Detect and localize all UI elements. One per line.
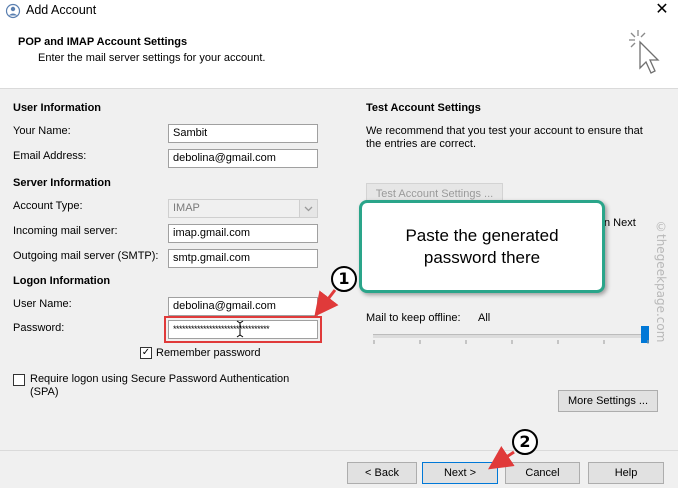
page-subtitle: Enter the mail server settings for your …	[38, 52, 266, 64]
server-info-heading: Server Information	[13, 177, 111, 189]
next-button[interactable]: Next >	[422, 462, 498, 484]
window-title: Add Account	[26, 3, 97, 17]
slider-ticks	[373, 340, 649, 344]
outgoing-server-label: Outgoing mail server (SMTP):	[13, 250, 159, 262]
remember-password-checkbox[interactable]: ✓	[140, 347, 152, 359]
incoming-server-field[interactable]: imap.gmail.com	[168, 224, 318, 243]
callout-line-1: Paste the generated	[405, 226, 559, 245]
user-name-label: User Name:	[13, 298, 72, 310]
password-label: Password:	[13, 322, 65, 334]
account-type-select: IMAP	[168, 199, 318, 218]
title-bar	[0, 0, 678, 22]
step-2-badge: 2	[512, 429, 538, 455]
test-settings-desc-cont: the entries are correct.	[366, 138, 477, 150]
user-name-field[interactable]: debolina@gmail.com	[168, 297, 318, 316]
test-settings-desc: We recommend that you test your account …	[366, 125, 643, 137]
logon-info-heading: Logon Information	[13, 275, 111, 287]
your-name-label: Your Name:	[13, 125, 71, 137]
callout-line-2: password there	[423, 248, 541, 267]
next-hint-text: n Next	[604, 217, 636, 229]
spa-label-cont: (SPA)	[30, 386, 59, 398]
page-title: POP and IMAP Account Settings	[18, 36, 188, 48]
incoming-server-label: Incoming mail server:	[13, 225, 118, 237]
account-type-label: Account Type:	[13, 200, 83, 212]
spa-checkbox[interactable]	[13, 374, 25, 386]
cursor-sparkle-icon	[629, 30, 660, 74]
your-name-field[interactable]: Sambit	[168, 124, 318, 143]
help-button[interactable]: Help	[588, 462, 664, 484]
outgoing-server-field[interactable]: smtp.gmail.com	[168, 249, 318, 268]
footer-divider	[0, 450, 678, 451]
watermark-text: ©thegeekpage.com	[654, 220, 668, 343]
test-settings-heading: Test Account Settings	[366, 102, 481, 114]
instruction-callout: Paste the generated password there	[359, 200, 605, 293]
remember-password-label: Remember password	[156, 347, 261, 359]
chevron-down-icon	[299, 200, 317, 217]
offline-slider[interactable]	[373, 334, 649, 338]
outlook-account-icon	[5, 3, 21, 19]
offline-value: All	[478, 312, 491, 324]
email-field[interactable]: debolina@gmail.com	[168, 149, 318, 168]
cancel-button[interactable]: Cancel	[505, 462, 580, 484]
back-button[interactable]: < Back	[347, 462, 417, 484]
step-1-badge: 1	[331, 266, 357, 292]
text-cursor-icon	[236, 320, 244, 338]
user-info-heading: User Information	[13, 102, 102, 114]
more-settings-button[interactable]: More Settings ...	[558, 390, 658, 412]
email-label: Email Address:	[13, 150, 87, 162]
account-type-value: IMAP	[173, 202, 200, 214]
spa-label: Require logon using Secure Password Auth…	[30, 373, 290, 385]
offline-label: Mail to keep offline:	[366, 312, 461, 324]
close-icon[interactable]: ✕	[652, 0, 672, 20]
